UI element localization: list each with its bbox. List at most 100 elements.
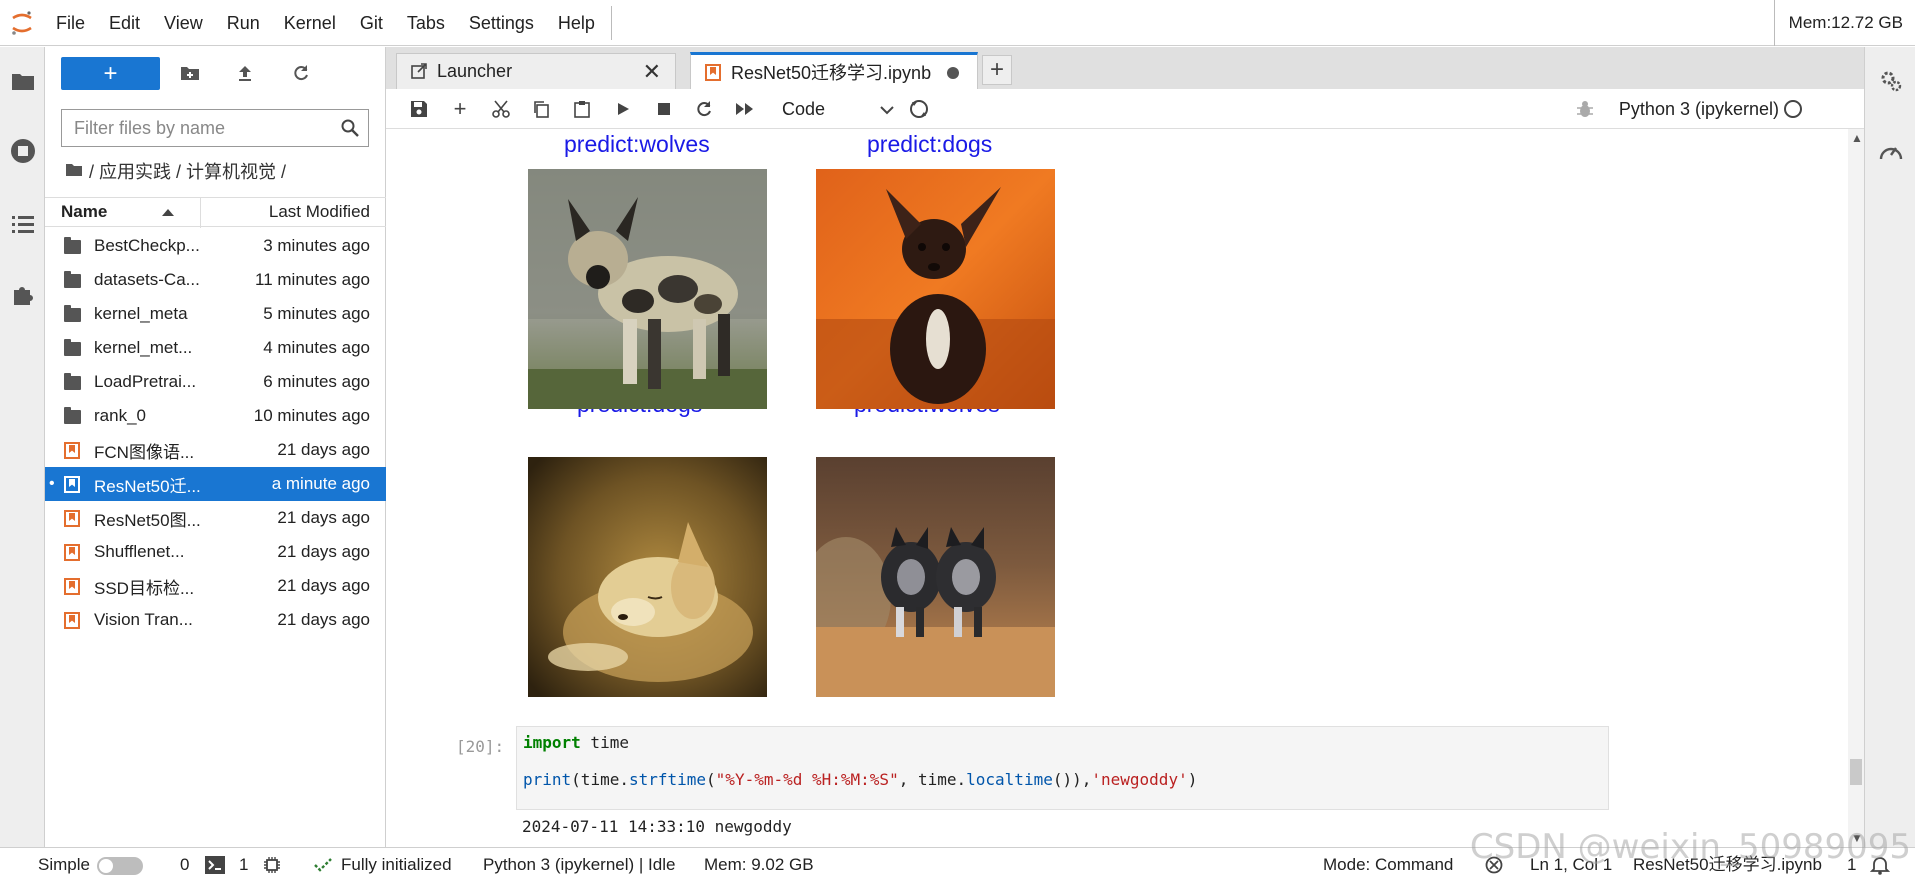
file-row[interactable]: SSD目标检... 21 days ago bbox=[45, 569, 386, 603]
simple-mode-toggle[interactable] bbox=[97, 857, 143, 875]
file-browser-toolbar: + bbox=[45, 47, 386, 99]
sort-ascending-icon bbox=[162, 209, 174, 216]
terminal-count[interactable]: 0 bbox=[180, 848, 189, 881]
breadcrumb-path[interactable]: / 应用实践 / 计算机视觉 / bbox=[89, 158, 286, 184]
status-filename: ResNet50迁移学习.ipynb bbox=[1633, 855, 1822, 874]
menu-settings[interactable]: Settings bbox=[457, 0, 546, 46]
file-row[interactable]: kernel_met... 4 minutes ago bbox=[45, 331, 386, 365]
file-row[interactable]: rank_0 10 minutes ago bbox=[45, 399, 386, 433]
right-activity-bar bbox=[1864, 47, 1915, 847]
tab-notebook[interactable]: ResNet50迁移学习.ipynb bbox=[690, 52, 978, 89]
file-row[interactable]: LoadPretrai... 6 minutes ago bbox=[45, 365, 386, 399]
cell-type-value: Code bbox=[782, 98, 826, 119]
close-icon[interactable]: ✕ bbox=[643, 59, 661, 85]
notification-bell-icon[interactable] bbox=[1869, 855, 1891, 875]
file-row[interactable]: ResNet50图... 21 days ago bbox=[45, 501, 386, 535]
unsaved-indicator-icon[interactable] bbox=[947, 67, 959, 79]
copy-icon[interactable] bbox=[529, 97, 553, 121]
cell-type-dropdown[interactable]: Code bbox=[782, 96, 894, 122]
refresh-icon[interactable] bbox=[289, 61, 313, 85]
file-row[interactable]: kernel_meta 5 minutes ago bbox=[45, 297, 386, 331]
insert-cell-icon[interactable]: + bbox=[448, 96, 472, 121]
property-inspector-gear-icon[interactable] bbox=[1868, 61, 1913, 101]
file-row[interactable]: FCN图像语... 21 days ago bbox=[45, 433, 386, 467]
notification-count[interactable]: 1 bbox=[1847, 848, 1856, 881]
breadcrumb[interactable]: / 应用实践 / 计算机视觉 / bbox=[65, 157, 286, 185]
scroll-up-icon[interactable]: ▲ bbox=[1851, 131, 1863, 145]
notebook-scrollbar[interactable]: ▲ ▼ bbox=[1848, 129, 1864, 847]
file-name: datasets-Ca... bbox=[94, 270, 200, 289]
menu-kernel[interactable]: Kernel bbox=[272, 0, 348, 46]
notebook-icon bbox=[705, 64, 721, 81]
file-modified: 11 minutes ago bbox=[255, 270, 370, 289]
file-modified: 4 minutes ago bbox=[263, 338, 370, 357]
extensions-puzzle-icon[interactable] bbox=[0, 275, 45, 315]
file-filter-input[interactable]: Filter files by name bbox=[61, 109, 369, 147]
table-of-contents-icon[interactable] bbox=[0, 204, 45, 244]
menu-run[interactable]: Run bbox=[215, 0, 272, 46]
cursor-position[interactable]: Ln 1, Col 1 bbox=[1530, 848, 1612, 881]
file-row[interactable]: Vision Tran... 21 days ago bbox=[45, 603, 386, 637]
menu-file[interactable]: File bbox=[44, 0, 97, 46]
last-modified-column-header[interactable]: Last Modified bbox=[269, 202, 370, 222]
no-collaboration-icon[interactable] bbox=[1484, 856, 1504, 874]
running-kernels-icon[interactable] bbox=[0, 131, 45, 171]
tab-label: ResNet50迁移学习.ipynb bbox=[731, 63, 932, 83]
fast-forward-icon[interactable] bbox=[733, 97, 757, 121]
add-tab-button[interactable]: + bbox=[982, 55, 1012, 85]
file-modified: a minute ago bbox=[271, 474, 370, 493]
scrollbar-thumb[interactable] bbox=[1850, 759, 1862, 785]
save-icon[interactable] bbox=[407, 97, 431, 121]
paste-icon[interactable] bbox=[570, 97, 594, 121]
debugger-gauge-icon[interactable] bbox=[1868, 131, 1913, 171]
wolves-image bbox=[816, 457, 1055, 697]
tab-launcher[interactable]: Launcher ✕ bbox=[396, 53, 676, 89]
run-icon[interactable] bbox=[611, 97, 635, 121]
debugger-bug-icon[interactable] bbox=[1576, 99, 1594, 124]
name-column-header[interactable]: Name bbox=[61, 202, 107, 222]
search-icon bbox=[341, 119, 359, 142]
folder-icon bbox=[64, 237, 81, 254]
restart-icon[interactable] bbox=[692, 97, 716, 121]
menu-help[interactable]: Help bbox=[546, 0, 607, 46]
menu-git[interactable]: Git bbox=[348, 0, 395, 46]
cut-icon[interactable] bbox=[489, 97, 513, 121]
file-modified: 10 minutes ago bbox=[253, 406, 370, 425]
git-diff-icon[interactable] bbox=[907, 97, 931, 121]
scroll-down-icon[interactable]: ▼ bbox=[1851, 831, 1863, 845]
new-folder-icon[interactable] bbox=[178, 61, 202, 85]
file-name: FCN图像语... bbox=[94, 442, 195, 462]
tab-bar: Launcher ✕ ResNet50迁移学习.ipynb + bbox=[386, 47, 1864, 89]
kernel-name[interactable]: Python 3 (ipykernel) bbox=[1619, 89, 1779, 129]
menu-edit[interactable]: Edit bbox=[97, 0, 152, 46]
upload-icon[interactable] bbox=[233, 61, 257, 85]
file-row-selected[interactable]: • ResNet50迁... a minute ago bbox=[45, 467, 386, 501]
filter-placeholder: Filter files by name bbox=[74, 117, 226, 138]
file-modified: 21 days ago bbox=[277, 508, 370, 527]
file-row[interactable]: Shufflenet... 21 days ago bbox=[45, 535, 386, 569]
code-cell-editor[interactable]: import time print(time.strftime("%Y-%m-%… bbox=[516, 726, 1609, 810]
menu-bar: File Edit View Run Kernel Git Tabs Setti… bbox=[0, 0, 1915, 46]
wild-dog-image bbox=[528, 169, 767, 409]
menu-view[interactable]: View bbox=[152, 0, 215, 46]
notebook-icon bbox=[64, 612, 81, 629]
prediction-title: predict:dogs bbox=[867, 131, 993, 157]
folder-icon bbox=[65, 161, 83, 182]
menu-tabs[interactable]: Tabs bbox=[395, 0, 457, 46]
file-name: kernel_met... bbox=[94, 338, 193, 357]
file-modified: 21 days ago bbox=[277, 576, 370, 595]
file-name: Shufflenet... bbox=[94, 542, 185, 561]
memory-indicator: Mem:12.72 GB bbox=[1773, 0, 1915, 46]
main-dock-area: Launcher ✕ ResNet50迁移学习.ipynb + + Code P… bbox=[386, 47, 1864, 847]
stop-icon[interactable] bbox=[652, 97, 676, 121]
file-row[interactable]: datasets-Ca... 11 minutes ago bbox=[45, 263, 386, 297]
left-activity-bar bbox=[0, 47, 45, 847]
new-launcher-button[interactable]: + bbox=[61, 57, 160, 90]
file-row[interactable]: BestCheckp... 3 minutes ago bbox=[45, 229, 386, 263]
kernel-count[interactable]: 1 bbox=[239, 848, 248, 881]
file-modified: 6 minutes ago bbox=[263, 372, 370, 391]
kernel-status[interactable]: Python 3 (ipykernel) | Idle bbox=[483, 848, 675, 881]
folder-icon bbox=[64, 271, 81, 288]
file-browser-icon[interactable] bbox=[0, 61, 45, 101]
file-name: SSD目标检... bbox=[94, 578, 195, 598]
